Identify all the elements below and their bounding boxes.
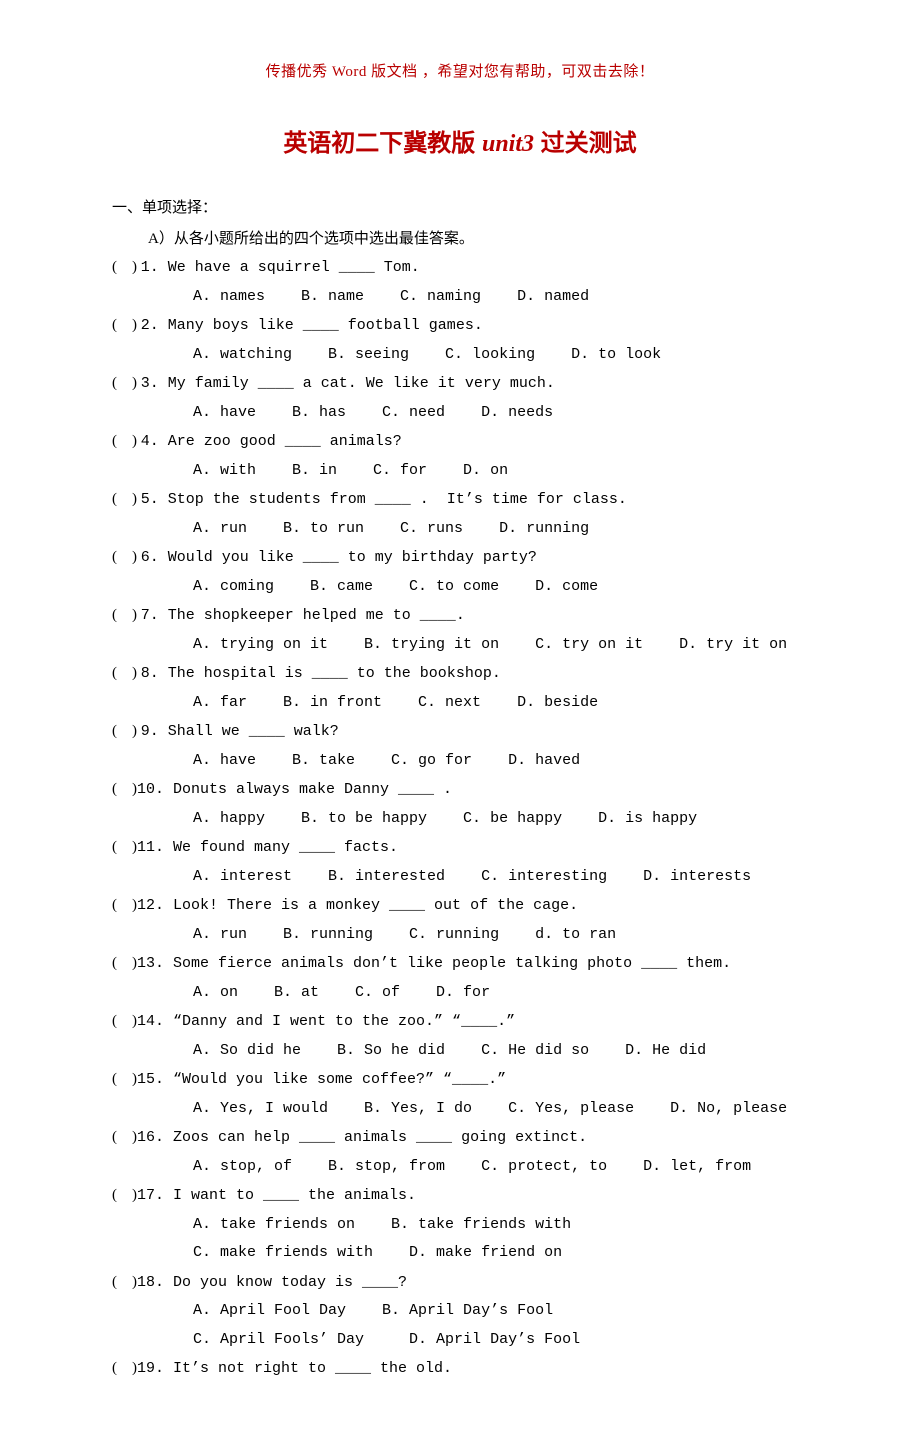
question-stem: ( )14. “Danny and I went to the zoo.” “_… [112,1007,808,1037]
question-options: A. have B. has C. need D. needs [112,399,808,428]
question-stem: ( )11. We found many ____ facts. [112,833,808,863]
question-options: A. So did he B. So he did C. He did so D… [112,1037,808,1066]
question-stem: ( )15. “Would you like some coffee?” “__… [112,1065,808,1095]
question-options: C. April Fools’ Day D. April Day’s Fool [112,1326,808,1355]
question-options: A. watching B. seeing C. looking D. to l… [112,341,808,370]
question-options: A. names B. name C. naming D. named [112,283,808,312]
question-stem: ( ) 1. We have a squirrel ____ Tom. [112,253,808,283]
question-stem: ( )19. It’s not right to ____ the old. [112,1354,808,1384]
question-stem: ( )13. Some fierce animals don’t like pe… [112,949,808,979]
question-stem: ( )10. Donuts always make Danny ____ . [112,775,808,805]
header-note: 传播优秀 Word 版文档 ，希望对您有帮助，可双击去除！ [112,60,808,81]
question-options: A. on B. at C. of D. for [112,979,808,1008]
section-label: 一、单项选择： [112,194,808,223]
instruction: A）从各小题所给出的四个选项中选出最佳答案。 [148,225,808,254]
questions-container: ( ) 1. We have a squirrel ____ Tom. A. n… [112,253,808,1384]
question-options: A. April Fool Day B. April Day’s Fool [112,1297,808,1326]
question-stem: ( ) 8. The hospital is ____ to the books… [112,659,808,689]
question-options: A. stop, of B. stop, from C. protect, to… [112,1153,808,1182]
title-part-a: 英语初二下冀教版 [283,130,482,157]
question-stem: ( ) 6. Would you like ____ to my birthda… [112,543,808,573]
question-stem: ( ) 3. My family ____ a cat. We like it … [112,369,808,399]
title-part-b: 过关测试 [534,130,637,157]
question-options: A. run B. running C. running d. to ran [112,921,808,950]
question-stem: ( ) 9. Shall we ____ walk? [112,717,808,747]
question-options: A. run B. to run C. runs D. running [112,515,808,544]
question-options: A. happy B. to be happy C. be happy D. i… [112,805,808,834]
question-options: A. take friends on B. take friends with [112,1211,808,1240]
document-title: 英语初二下冀教版 unit3 过关测试 [112,123,808,158]
question-options: A. trying on it B. trying it on C. try o… [112,631,808,660]
question-options: A. Yes, I would B. Yes, I do C. Yes, ple… [112,1095,808,1124]
question-options: A. interest B. interested C. interesting… [112,863,808,892]
question-stem: ( )18. Do you know today is ____? [112,1268,808,1298]
question-stem: ( ) 2. Many boys like ____ football game… [112,311,808,341]
question-stem: ( )17. I want to ____ the animals. [112,1181,808,1211]
question-stem: ( ) 4. Are zoo good ____ animals? [112,427,808,457]
title-unit: unit3 [482,131,534,157]
question-options: A. coming B. came C. to come D. come [112,573,808,602]
document-page: 传播优秀 Word 版文档 ，希望对您有帮助，可双击去除！ 英语初二下冀教版 u… [0,0,920,1444]
question-options: C. make friends with D. make friend on [112,1239,808,1268]
question-options: A. with B. in C. for D. on [112,457,808,486]
question-stem: ( ) 5. Stop the students from ____ . It’… [112,485,808,515]
question-stem: ( ) 7. The shopkeeper helped me to ____. [112,601,808,631]
question-options: A. far B. in front C. next D. beside [112,689,808,718]
question-options: A. have B. take C. go for D. haved [112,747,808,776]
question-stem: ( )12. Look! There is a monkey ____ out … [112,891,808,921]
question-stem: ( )16. Zoos can help ____ animals ____ g… [112,1123,808,1153]
